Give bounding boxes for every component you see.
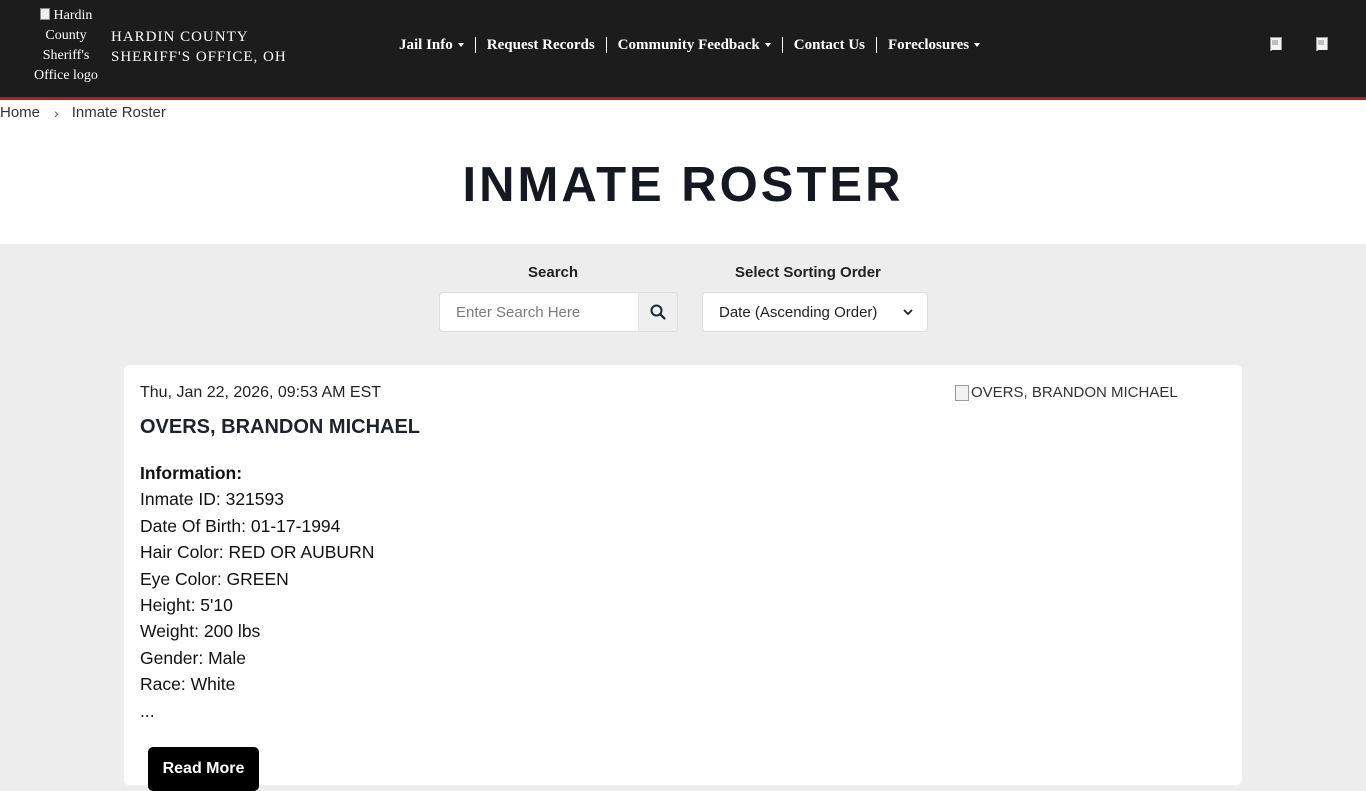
breadcrumb-separator: › xyxy=(54,104,59,121)
nav-foreclosures-label: Foreclosures xyxy=(888,37,970,53)
broken-image-foot xyxy=(1318,50,1330,53)
broken-image-corner xyxy=(1318,40,1324,45)
broken-image-foot xyxy=(1272,50,1284,53)
breadcrumb: Home › Inmate Roster xyxy=(0,104,166,121)
caret-down-icon xyxy=(974,43,981,47)
inmate-info: Information: Inmate ID: 321593 Date Of B… xyxy=(140,460,374,724)
breadcrumb-home-link[interactable]: Home xyxy=(0,104,40,121)
info-inmate-id: Inmate ID: 321593 xyxy=(140,489,284,510)
inmate-name[interactable]: OVERS, BRANDON MICHAEL xyxy=(140,416,420,439)
search-icon xyxy=(650,304,666,320)
search-button[interactable] xyxy=(638,293,677,331)
nav-community-feedback[interactable]: Community Feedback xyxy=(605,37,782,53)
info-weight: Weight: 200 lbs xyxy=(140,621,261,642)
info-date-of-birth: Date Of Birth: 01-17-1994 xyxy=(140,515,341,536)
brand-line-2: SHERIFF'S OFFICE, OH xyxy=(111,49,287,65)
nav-contact-us-label: Contact Us xyxy=(793,37,866,53)
info-hair-color: Hair Color: RED OR AUBURN xyxy=(140,542,375,563)
broken-image-icon xyxy=(39,8,50,20)
site-logo[interactable]: Hardin County Sheriff's Office logo xyxy=(26,6,106,86)
caret-down-icon xyxy=(764,43,771,47)
search-box xyxy=(439,292,678,332)
page-title: INMATE ROSTER xyxy=(462,158,904,212)
site-brand[interactable]: HARDIN COUNTY SHERIFF'S OFFICE, OH xyxy=(111,27,287,67)
broken-image-icon xyxy=(955,384,969,401)
info-gender: Gender: Male xyxy=(140,647,247,668)
main-nav: Jail Info Request Records Community Feed… xyxy=(388,36,991,54)
nav-community-feedback-label: Community Feedback xyxy=(617,37,760,53)
info-ellipsis: ... xyxy=(140,700,155,721)
nav-jail-info-label: Jail Info xyxy=(399,37,453,53)
nav-jail-info[interactable]: Jail Info xyxy=(388,37,475,53)
info-heading: Information: xyxy=(140,463,243,483)
header-icon-link-1[interactable] xyxy=(1270,37,1286,55)
sort-label: Select Sorting Order xyxy=(735,264,881,281)
chevron-down-icon xyxy=(903,309,913,316)
breadcrumb-current: Inmate Roster xyxy=(71,104,166,121)
nav-contact-us[interactable]: Contact Us xyxy=(781,37,876,53)
info-race: Race: White xyxy=(140,674,236,695)
brand-line-1: HARDIN COUNTY xyxy=(111,29,249,45)
caret-down-icon xyxy=(457,43,464,47)
info-eye-color: Eye Color: GREEN xyxy=(140,568,289,589)
nav-request-records[interactable]: Request Records xyxy=(474,37,606,53)
sort-order-select[interactable]: Date (Ascending Order) xyxy=(702,292,928,332)
read-more-button[interactable]: Read More xyxy=(148,747,259,791)
search-label: Search xyxy=(528,264,579,281)
inmate-photo: OVERS, BRANDON MICHAEL xyxy=(955,384,1178,401)
site-header: Hardin County Sheriff's Office logo HARD… xyxy=(0,0,1366,100)
inmate-card: Thu, Jan 22, 2026, 09:53 AM EST OVERS, B… xyxy=(124,365,1242,791)
inmate-photo-alt-text: OVERS, BRANDON MICHAEL xyxy=(971,384,1178,401)
booking-date: Thu, Jan 22, 2026, 09:53 AM EST xyxy=(140,384,382,401)
broken-image-corner xyxy=(1272,40,1278,45)
search-input[interactable] xyxy=(440,293,638,331)
nav-request-records-label: Request Records xyxy=(486,37,595,53)
sort-selected-value: Date (Ascending Order) xyxy=(719,303,878,321)
info-height: Height: 5'10 xyxy=(140,595,233,616)
nav-foreclosures[interactable]: Foreclosures xyxy=(876,37,991,53)
header-icon-link-2[interactable] xyxy=(1316,37,1332,55)
